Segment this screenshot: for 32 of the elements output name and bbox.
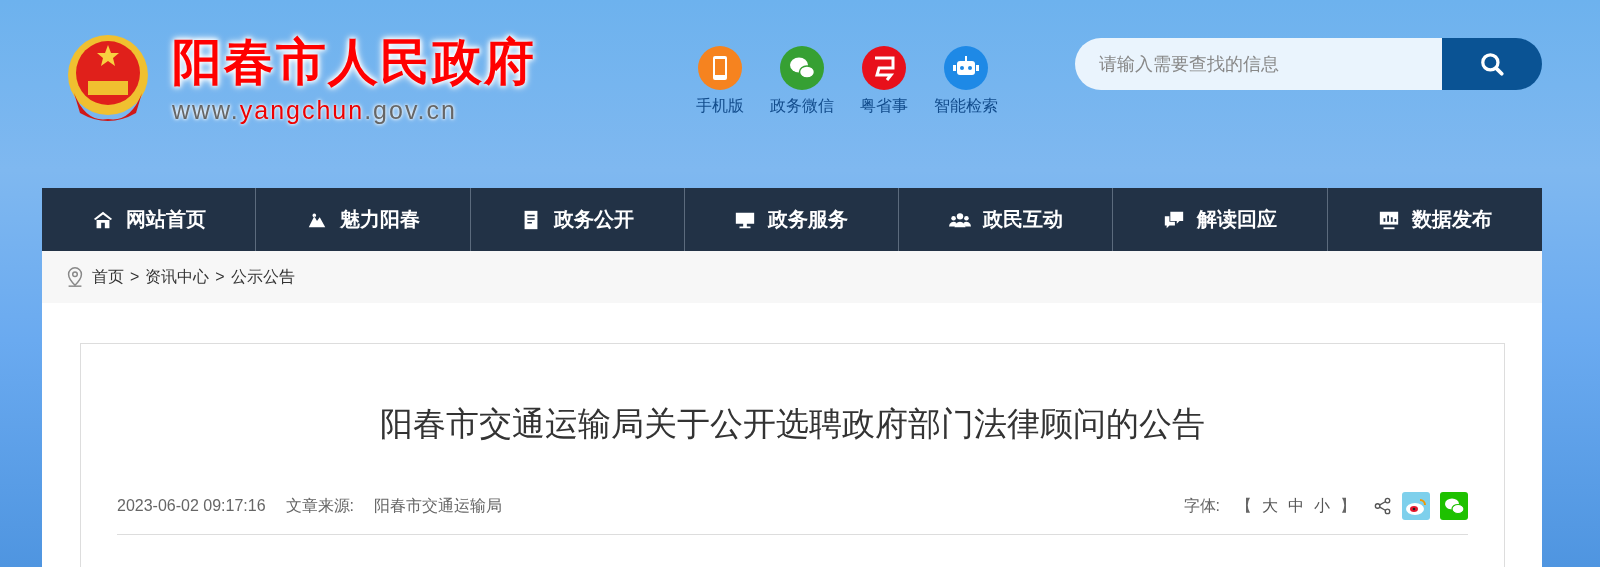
quick-link[interactable]: 粤省事	[860, 96, 908, 117]
quick-link[interactable]: 智能检索	[934, 96, 998, 117]
publish-date: 2023-06-02 09:17:16	[117, 497, 266, 515]
font-size-option[interactable]: 中	[1288, 495, 1304, 517]
source-name: 阳春市交通运输局	[374, 495, 503, 516]
robot-icon[interactable]	[944, 46, 988, 90]
nav-tab[interactable]: 数据发布	[1327, 188, 1542, 251]
search-icon	[1479, 51, 1505, 77]
quick-link[interactable]: 政务微信	[770, 96, 834, 117]
share-icon[interactable]	[1374, 497, 1392, 515]
font-size-label: 字体:	[1183, 495, 1220, 516]
chat-bubbles-icon[interactable]	[780, 46, 824, 90]
font-size-option[interactable]: 小	[1314, 495, 1330, 517]
breadcrumb-link[interactable]: 首页	[92, 266, 124, 288]
quick-link[interactable]: 手机版	[696, 96, 744, 117]
search-button[interactable]	[1442, 38, 1542, 90]
font-size-option[interactable]: 大	[1262, 495, 1278, 517]
weibo-share-icon[interactable]	[1402, 492, 1430, 520]
source-label: 文章来源:	[285, 495, 355, 516]
breadcrumb-separator: >	[215, 268, 225, 286]
wechat-share-icon[interactable]	[1440, 492, 1468, 520]
site-title: 阳春市人民政府	[172, 33, 536, 92]
breadcrumb-separator: >	[130, 268, 140, 286]
app-logo-icon[interactable]	[862, 46, 906, 90]
search-field[interactable]: 请输入需要查找的信息	[1075, 38, 1442, 90]
breadcrumb-link[interactable]: 公示公告	[230, 266, 295, 288]
breadcrumb-link[interactable]: 资讯中心	[145, 266, 210, 288]
bracket: 【	[1236, 495, 1252, 516]
phone-icon[interactable]	[698, 46, 742, 90]
bracket: 】	[1340, 495, 1356, 516]
article-title: 阳春市交通运输局关于公开选聘政府部门法律顾问的公告	[379, 404, 1206, 444]
site-url: www.yangchun.gov.cn	[172, 96, 458, 125]
